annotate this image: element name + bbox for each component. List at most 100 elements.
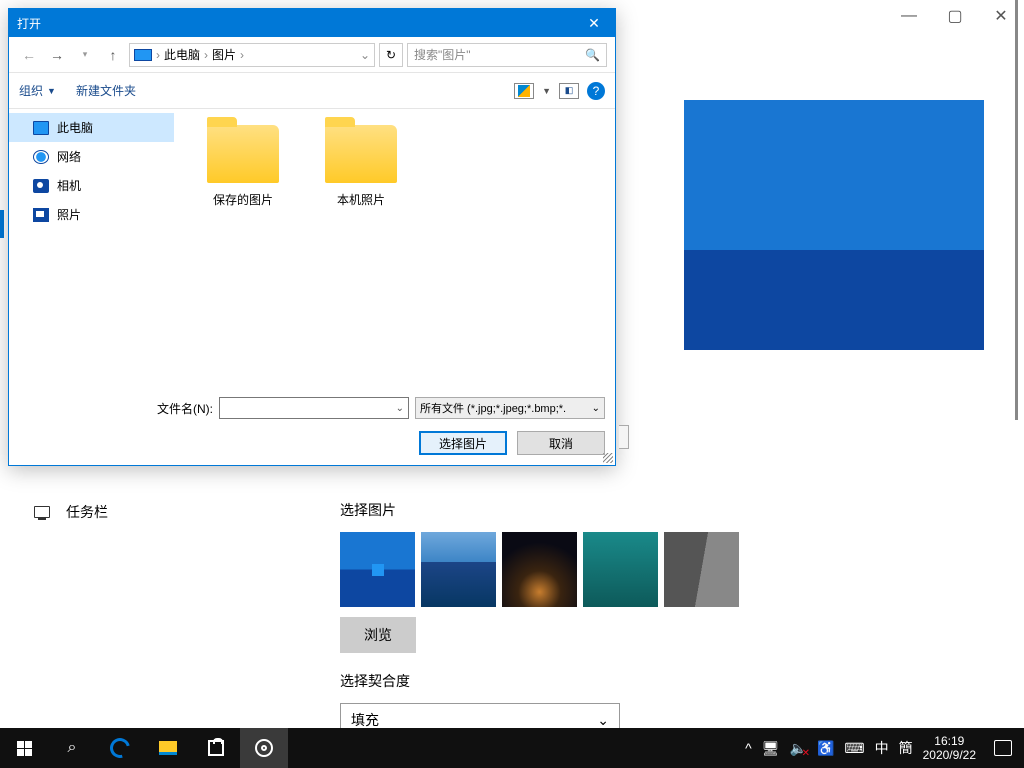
tray-chevron-up-icon[interactable]: ^	[745, 740, 752, 756]
system-tray: ^ 🖥 🔈✕ ♿ ⌨ 中 簡 16:19 2020/9/22	[745, 734, 1024, 763]
underlying-button-edge	[619, 425, 629, 449]
picture-icon	[518, 85, 530, 97]
refresh-button[interactable]: ↻	[379, 43, 403, 67]
search-icon: ⌕	[68, 739, 77, 757]
taskbar-store[interactable]	[192, 728, 240, 768]
address-dropdown-icon[interactable]: ⌄	[360, 48, 370, 62]
sidebar-item-label: 任务栏	[66, 502, 108, 522]
dialog-bottom: 文件名(N): ⌄ 所有文件 (*.jpg;*.jpeg;*.bmp;*. ⌄ …	[9, 389, 615, 465]
organize-menu[interactable]: 组织 ▼	[19, 82, 56, 99]
dialog-close-button[interactable]: ✕	[573, 9, 615, 37]
tree-item-this-pc[interactable]: 此电脑	[9, 113, 174, 142]
filetype-select[interactable]: 所有文件 (*.jpg;*.jpeg;*.bmp;*. ⌄	[415, 397, 605, 419]
wallpaper-thumb[interactable]	[421, 532, 496, 607]
folder-camera-roll[interactable]: 本机照片	[316, 125, 406, 208]
fit-select-value: 填充	[351, 710, 379, 730]
scrollbar[interactable]	[1015, 0, 1018, 420]
folder-icon	[325, 125, 397, 183]
search-input[interactable]: 搜索"图片" 🔍	[407, 43, 607, 67]
select-image-button[interactable]: 选择图片	[419, 431, 507, 455]
settings-sidebar: 任务栏	[20, 492, 300, 737]
tree-item-photos[interactable]: 照片	[9, 200, 174, 229]
tray-volume-icon[interactable]: 🔈✕	[790, 740, 807, 757]
search-placeholder: 搜索"图片"	[414, 46, 471, 63]
minimize-button[interactable]: —	[886, 0, 932, 32]
cancel-button[interactable]: 取消	[517, 431, 605, 455]
preview-pane-button[interactable]: ◧	[559, 83, 579, 99]
wallpaper-thumb[interactable]	[583, 532, 658, 607]
start-button[interactable]	[0, 728, 48, 768]
taskbar-edge[interactable]	[96, 728, 144, 768]
folder-label: 保存的图片	[198, 191, 288, 208]
address-bar[interactable]: › 此电脑 › 图片 › ⌄	[129, 43, 375, 67]
dialog-titlebar[interactable]: 打开 ✕	[9, 9, 615, 37]
tree-item-label: 网络	[57, 148, 81, 165]
breadcrumb-sep-icon: ›	[156, 48, 160, 62]
filename-input[interactable]: ⌄	[219, 397, 409, 419]
tray-keyboard-icon[interactable]: ⌨	[844, 740, 864, 757]
wallpaper-thumb[interactable]	[664, 532, 739, 607]
settings-nav-accent	[0, 210, 4, 238]
back-button[interactable]: ←	[17, 43, 41, 67]
search-button[interactable]: ⌕	[48, 728, 96, 768]
network-icon	[33, 150, 49, 164]
resize-grip[interactable]	[603, 453, 613, 463]
chevron-down-icon: ⌄	[597, 712, 609, 729]
folder-label: 本机照片	[316, 191, 406, 208]
gear-icon	[255, 739, 273, 757]
section-fit-title: 选择契合度	[340, 671, 994, 691]
filename-label: 文件名(N):	[157, 400, 213, 417]
chevron-down-icon[interactable]: ⌄	[396, 403, 404, 414]
taskbar: ⌕ ^ 🖥 🔈✕ ♿ ⌨ 中 簡 16:19 2020/9/22	[0, 728, 1024, 768]
tree-item-label: 照片	[57, 206, 81, 223]
file-open-dialog: 打开 ✕ ← → ▾ ↑ › 此电脑 › 图片 › ⌄ ↻ 搜索"图片" 🔍 组…	[8, 8, 616, 466]
windows-logo-icon	[17, 741, 32, 756]
maximize-button[interactable]: ▢	[932, 0, 978, 32]
tree-item-label: 此电脑	[57, 119, 93, 136]
dialog-title: 打开	[17, 15, 41, 32]
taskbar-icon	[34, 506, 50, 518]
chevron-down-icon[interactable]: ▼	[542, 86, 551, 96]
camera-icon	[33, 179, 49, 193]
tray-network-icon[interactable]: 🖥	[762, 740, 780, 757]
recent-locations-button[interactable]: ▾	[73, 43, 97, 67]
tray-ime1[interactable]: 中	[875, 738, 889, 758]
breadcrumb-sep-icon: ›	[240, 48, 244, 62]
wallpaper-thumb[interactable]	[502, 532, 577, 607]
pc-icon	[33, 121, 49, 135]
tree-item-camera[interactable]: 相机	[9, 171, 174, 200]
help-button[interactable]: ?	[587, 82, 605, 100]
sidebar-item-taskbar[interactable]: 任务栏	[20, 492, 300, 532]
wallpaper-thumbnails	[340, 532, 994, 607]
notifications-button[interactable]	[994, 740, 1012, 756]
wallpaper-thumb[interactable]	[340, 532, 415, 607]
forward-button[interactable]: →	[45, 43, 69, 67]
clock-date: 2020/9/22	[923, 748, 976, 762]
breadcrumb-folder[interactable]: 图片	[212, 46, 236, 63]
search-icon: 🔍	[585, 48, 600, 62]
tray-accessibility-icon[interactable]: ♿	[817, 740, 834, 757]
dialog-tree: 此电脑 网络 相机 照片	[9, 109, 174, 389]
up-button[interactable]: ↑	[101, 43, 125, 67]
taskbar-explorer[interactable]	[144, 728, 192, 768]
dialog-file-pane[interactable]: 保存的图片 本机照片	[174, 109, 615, 389]
section-select-image-title: 选择图片	[340, 500, 994, 520]
settings-content: 选择图片 浏览 选择契合度 填充 ⌄	[340, 482, 1024, 737]
dialog-nav-bar: ← → ▾ ↑ › 此电脑 › 图片 › ⌄ ↻ 搜索"图片" 🔍	[9, 37, 615, 73]
dialog-toolbar: 组织 ▼ 新建文件夹 ▼ ◧ ?	[9, 73, 615, 109]
photos-icon	[33, 208, 49, 222]
taskbar-settings[interactable]	[240, 728, 288, 768]
breadcrumb-root[interactable]: 此电脑	[164, 46, 200, 63]
pc-icon	[134, 49, 152, 61]
new-folder-button[interactable]: 新建文件夹	[76, 82, 136, 99]
view-mode-button[interactable]	[514, 83, 534, 99]
folder-saved-pictures[interactable]: 保存的图片	[198, 125, 288, 208]
filetype-value: 所有文件 (*.jpg;*.jpeg;*.bmp;*.	[420, 400, 566, 416]
taskbar-clock[interactable]: 16:19 2020/9/22	[923, 734, 976, 763]
chevron-down-icon: ▼	[47, 86, 56, 96]
edge-icon	[106, 734, 133, 761]
tray-ime2[interactable]: 簡	[899, 738, 913, 758]
browse-button[interactable]: 浏览	[340, 617, 416, 653]
breadcrumb-sep-icon: ›	[204, 48, 208, 62]
tree-item-network[interactable]: 网络	[9, 142, 174, 171]
